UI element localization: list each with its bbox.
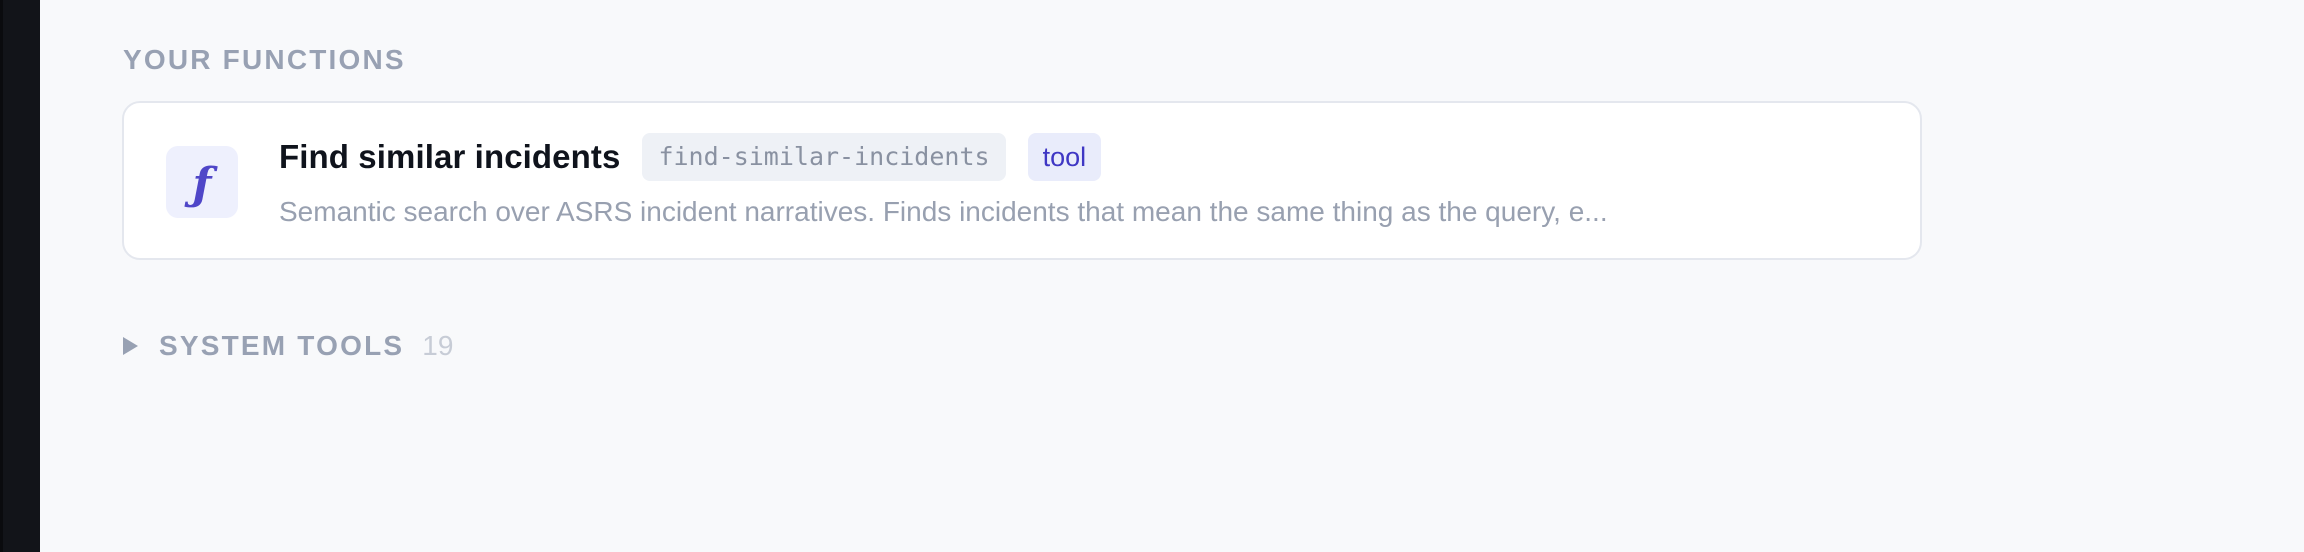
function-type-chip: tool: [1027, 133, 1102, 181]
triangle-right-icon: [123, 337, 138, 355]
function-card[interactable]: ƒ Find similar incidents find-similar-in…: [122, 101, 1922, 260]
function-title: Find similar incidents: [279, 138, 621, 175]
system-tools-label: SYSTEM TOOLS: [159, 330, 405, 361]
function-icon: ƒ: [166, 146, 238, 218]
function-icon-glyph: ƒ: [192, 159, 212, 210]
function-description: Semantic search over ASRS incident narra…: [279, 196, 1608, 227]
system-tools-toggle[interactable]: SYSTEM TOOLS 19: [123, 328, 453, 364]
function-card-header: Find similar incidents find-similar-inci…: [279, 133, 1102, 181]
function-slug-chip: find-similar-incidents: [642, 133, 1006, 181]
section-title-your-functions: YOUR FUNCTIONS: [123, 44, 406, 75]
left-sidebar-edge: [0, 0, 40, 552]
system-tools-count: 19: [422, 330, 454, 361]
